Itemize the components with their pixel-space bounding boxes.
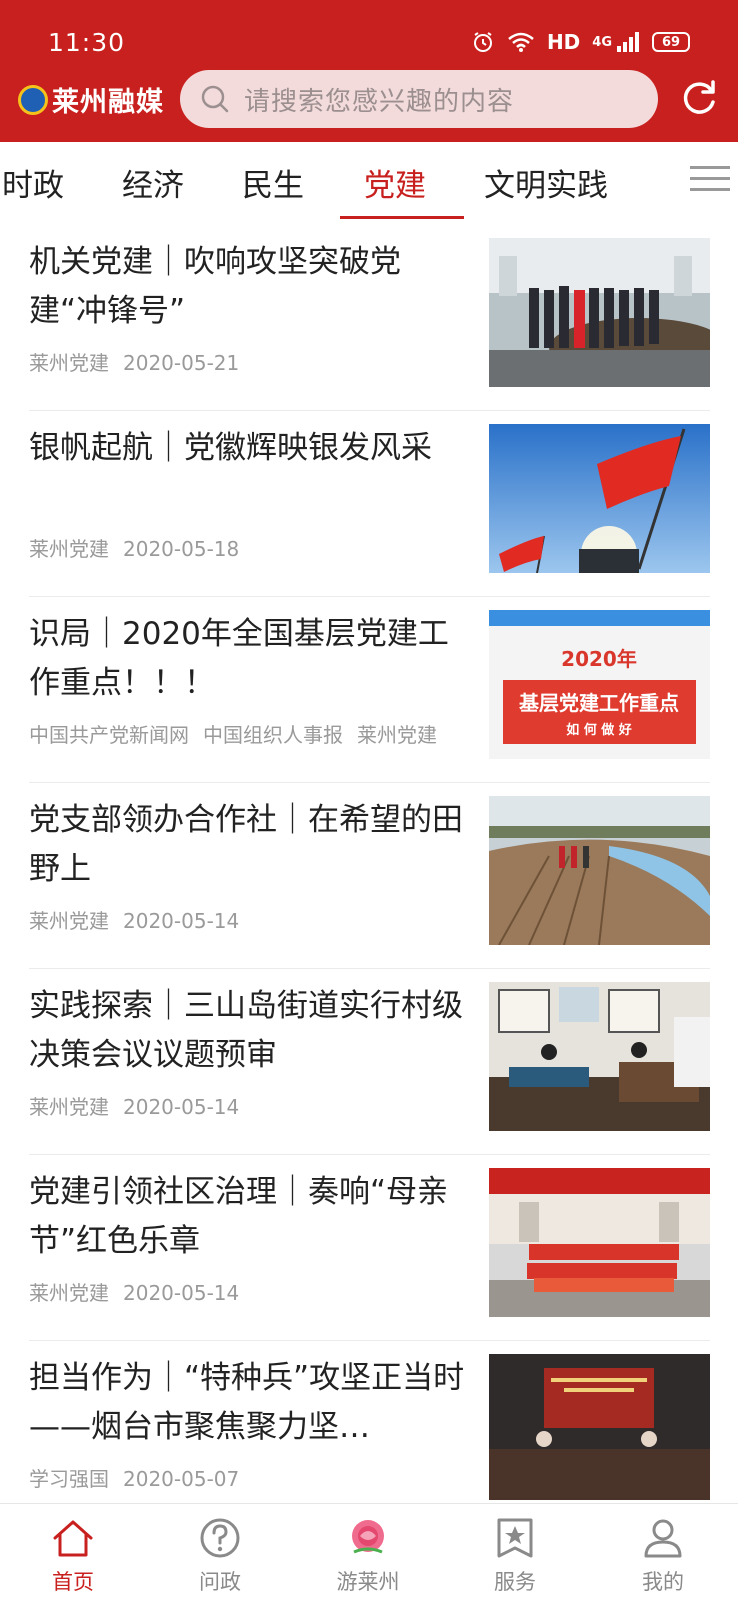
app-name: 莱州融媒 xyxy=(52,87,164,118)
article-meta: 莱州党建 2020-05-21 xyxy=(29,347,239,376)
article-meta: 莱州党建 2020-05-14 xyxy=(29,905,239,934)
thumb-headline: 基层党建工作重点 xyxy=(519,691,679,715)
bottom-navigation: 首页 问政 游莱州 服务 我的 xyxy=(0,1503,738,1600)
status-bar: 11:30 HD 4G 69 xyxy=(0,0,738,68)
article-thumbnail xyxy=(489,982,710,1131)
nav-tour-laizhou[interactable]: 游莱州 xyxy=(323,1504,413,1600)
article-item[interactable]: 银帆起航｜党徽辉映银发风采 莱州党建 2020-05-18 xyxy=(0,410,738,599)
article-date: 2020-05-21 xyxy=(123,351,240,375)
nav-inquiry[interactable]: 问政 xyxy=(175,1504,265,1600)
article-thumbnail xyxy=(489,238,710,387)
rose-icon xyxy=(352,1520,384,1554)
nav-label: 问政 xyxy=(199,1570,241,1594)
article-title: 党建引领社区治理｜奏响“母亲节”红色乐章 xyxy=(29,1174,449,1259)
thumb-year: 2020年 xyxy=(561,647,637,671)
tab-party-building[interactable]: 党建 xyxy=(364,160,426,205)
article-item[interactable]: 机关党建｜吹响攻坚突破党建“冲锋号” 莱州党建 2020-05-21 xyxy=(0,224,738,413)
nav-mine[interactable]: 我的 xyxy=(618,1504,708,1600)
article-thumbnail xyxy=(489,424,710,573)
article-date: 2020-05-14 xyxy=(123,1281,240,1305)
article-source: 莱州党建 xyxy=(29,1095,109,1119)
article-date: 2020-05-07 xyxy=(123,1467,240,1491)
article-item[interactable]: 识局｜2020年全国基层党建工作重点！！！ 中国共产党新闻网 中国组织人事报 莱州党… xyxy=(0,596,738,785)
nav-label: 首页 xyxy=(52,1570,94,1594)
alarm-icon xyxy=(473,32,492,52)
article-source: 莱州党建 xyxy=(357,723,437,747)
home-icon xyxy=(53,1520,93,1557)
network-type: 4G xyxy=(592,34,612,50)
article-source: 莱州党建 xyxy=(29,909,109,933)
tab-civilization-practice[interactable]: 文明实践 xyxy=(484,160,608,205)
article-source: 中国组织人事报 xyxy=(203,723,343,747)
search-icon xyxy=(201,85,229,113)
user-icon xyxy=(644,1519,682,1558)
article-source: 中国共产党新闻网 xyxy=(29,723,189,747)
search-placeholder: 请搜索您感兴趣的内容 xyxy=(244,86,515,117)
app-logo[interactable]: 莱州融媒 xyxy=(18,80,164,119)
battery-level: 69 xyxy=(661,34,681,50)
tab-economy[interactable]: 经济 xyxy=(122,160,184,205)
tab-livelihood[interactable]: 民生 xyxy=(242,160,304,205)
article-source: 学习强国 xyxy=(29,1467,109,1491)
refresh-icon[interactable] xyxy=(678,78,720,120)
hd-indicator: HD xyxy=(546,30,581,54)
article-item[interactable]: 实践探索｜三山岛街道实行村级决策会议议题预审 莱州党建 2020-05-14 xyxy=(0,968,738,1157)
article-meta: 莱州党建 2020-05-14 xyxy=(29,1277,239,1306)
article-title: 担当作为｜“特种兵”攻坚正当时——烟台市聚焦聚力坚… xyxy=(29,1360,465,1445)
article-item[interactable]: 党支部领办合作社｜在希望的田野上 莱州党建 2020-05-14 xyxy=(0,782,738,971)
logo-mark-icon xyxy=(18,84,48,115)
article-title: 实践探索｜三山岛街道实行村级决策会议议题预审 xyxy=(29,988,463,1073)
status-time: 11:30 xyxy=(48,28,126,57)
article-title: 机关党建｜吹响攻坚突破党建“冲锋号” xyxy=(29,244,401,329)
article-source: 莱州党建 xyxy=(29,1281,109,1305)
article-title: 党支部领办合作社｜在希望的田野上 xyxy=(29,802,463,887)
article-meta: 中国共产党新闻网 中国组织人事报 莱州党建 xyxy=(29,719,437,748)
article-source: 莱州党建 xyxy=(29,537,109,561)
article-item[interactable]: 担当作为｜“特种兵”攻坚正当时——烟台市聚焦聚力坚… 学习强国 2020-05-0… xyxy=(0,1340,738,1500)
nav-label: 服务 xyxy=(494,1570,536,1594)
question-icon xyxy=(200,1518,240,1558)
article-thumbnail xyxy=(489,1168,710,1317)
tab-politics[interactable]: 时政 xyxy=(2,160,64,205)
wifi-icon xyxy=(508,32,534,52)
app-header: 11:30 HD 4G 69 莱州融媒 请搜索您感兴趣的内容 xyxy=(0,0,738,142)
thumb-subline: 如 何 做 好 xyxy=(566,722,632,738)
nav-home[interactable]: 首页 xyxy=(28,1504,118,1600)
status-icons: HD 4G 69 xyxy=(471,30,690,54)
article-date: 2020-05-14 xyxy=(123,909,240,933)
category-tabs: 时政 经济 民生 党建 文明实践 xyxy=(0,142,738,220)
article-thumbnail xyxy=(489,1354,710,1500)
article-title: 银帆起航｜党徽辉映银发风采 xyxy=(29,430,432,466)
article-date: 2020-05-14 xyxy=(123,1095,240,1119)
menu-icon[interactable] xyxy=(690,164,730,194)
battery-icon: 69 xyxy=(652,32,690,52)
article-thumbnail: 2020年 基层党建工作重点 如 何 做 好 xyxy=(489,610,710,759)
nav-services[interactable]: 服务 xyxy=(470,1504,560,1600)
article-meta: 学习强国 2020-05-07 xyxy=(29,1463,239,1492)
article-item[interactable]: 党建引领社区治理｜奏响“母亲节”红色乐章 莱州党建 2020-05-14 xyxy=(0,1154,738,1343)
article-list: 机关党建｜吹响攻坚突破党建“冲锋号” 莱州党建 2020-05-21 银帆起航｜党… xyxy=(0,224,738,1500)
article-meta: 莱州党建 2020-05-14 xyxy=(29,1091,239,1120)
article-meta: 莱州党建 2020-05-18 xyxy=(29,533,239,562)
article-thumbnail xyxy=(489,796,710,945)
nav-label: 游莱州 xyxy=(336,1570,400,1594)
bookmark-star-icon xyxy=(497,1518,533,1558)
search-bar[interactable]: 请搜索您感兴趣的内容 xyxy=(180,70,658,128)
article-title: 识局｜2020年全国基层党建工作重点！！！ xyxy=(29,616,449,701)
active-tab-indicator xyxy=(340,216,464,219)
article-source: 莱州党建 xyxy=(29,351,109,375)
nav-label: 我的 xyxy=(642,1570,684,1594)
article-date: 2020-05-18 xyxy=(123,537,240,561)
signal-icon xyxy=(617,32,639,52)
